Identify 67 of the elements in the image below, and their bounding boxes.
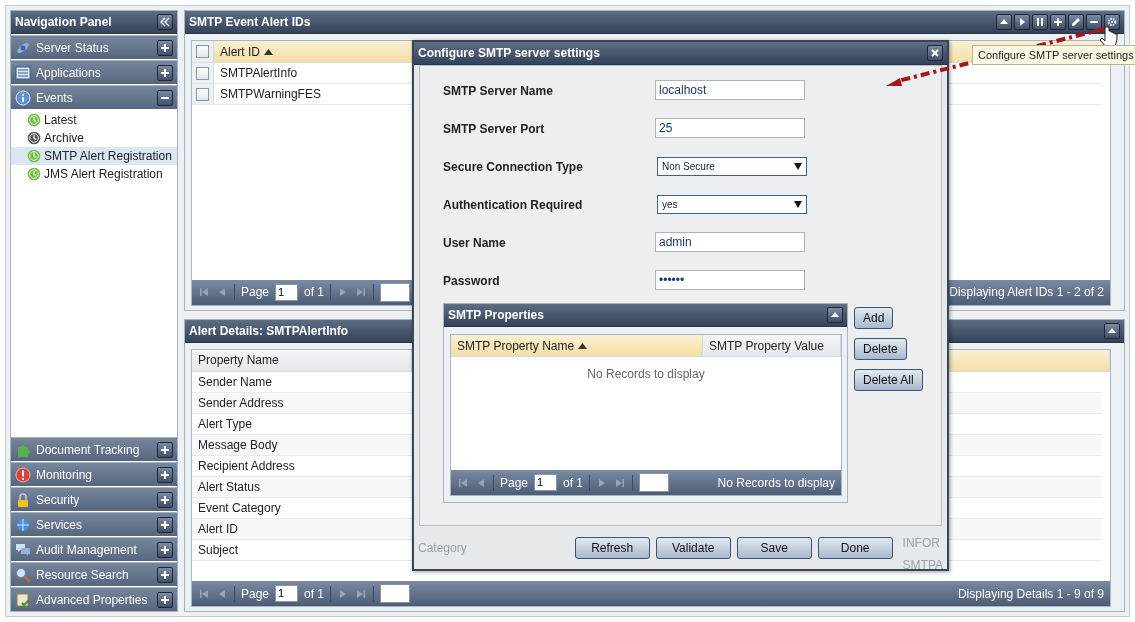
nav-section-header[interactable]: Server Status bbox=[11, 35, 177, 59]
nav-section-header[interactable]: Audit Management bbox=[11, 537, 177, 561]
field-label: User Name bbox=[443, 235, 507, 250]
table-cell-text: Alert Type bbox=[197, 416, 253, 433]
tree-item[interactable]: JMS Alert Registration bbox=[11, 165, 177, 183]
field-label: Password bbox=[443, 273, 501, 288]
field-label: SMTP Server Name bbox=[443, 83, 554, 98]
page-number-field[interactable]: 1 bbox=[275, 585, 299, 602]
column-header[interactable]: SMTP Property Name bbox=[451, 335, 703, 356]
input-field[interactable]: •••••• bbox=[655, 270, 805, 290]
input-field[interactable]: admin bbox=[655, 232, 805, 252]
dialog-button[interactable]: Save bbox=[736, 536, 812, 559]
field-label: Secure Connection Type bbox=[443, 159, 584, 174]
nav-section-header[interactable]: Applications bbox=[11, 60, 177, 84]
dropdown[interactable]: yes bbox=[657, 195, 807, 214]
tree-item[interactable]: SMTP Alert Registration bbox=[11, 147, 177, 165]
input-field[interactable]: localhost bbox=[655, 80, 805, 100]
page-label: Page bbox=[241, 285, 270, 300]
panel-title: Navigation Panel bbox=[15, 15, 112, 29]
field-label: SMTP Server Port bbox=[443, 121, 546, 136]
action-button[interactable]: Add bbox=[854, 307, 894, 329]
page-label: Page bbox=[241, 586, 270, 601]
panel-title: SMTP Event Alert IDs bbox=[189, 15, 311, 29]
paging-status: No Records to display bbox=[717, 475, 835, 490]
table-cell-text: Recipient Address bbox=[197, 458, 296, 475]
dropdown[interactable]: Non Secure bbox=[657, 157, 807, 176]
paging-status: Displaying Details 1 - 9 of 9 bbox=[957, 586, 1104, 601]
faded-text: SMTPA bbox=[902, 557, 943, 572]
table-cell-text: Subject bbox=[197, 542, 240, 559]
faded-text: Category bbox=[418, 540, 467, 555]
page-count: of 1 bbox=[304, 586, 325, 601]
empty-message: No Records to display bbox=[587, 367, 705, 381]
table-cell-text: SMTPWarningFES bbox=[219, 86, 322, 103]
nav-section-header[interactable]: Security bbox=[11, 487, 177, 511]
nav-section-header[interactable]: Events bbox=[11, 85, 177, 109]
dialog-button[interactable]: Validate bbox=[655, 536, 731, 559]
field-label: Authentication Required bbox=[443, 197, 584, 212]
panel-title: SMTP Properties bbox=[448, 308, 544, 322]
table-cell-text: Event Category bbox=[197, 500, 282, 517]
dialog-button[interactable]: Refresh bbox=[574, 536, 650, 559]
table-cell-text: Alert Status bbox=[197, 479, 262, 496]
table-cell-text: Sender Name bbox=[197, 374, 274, 391]
table-cell-text: Sender Address bbox=[197, 395, 285, 412]
action-button[interactable]: Delete bbox=[854, 338, 907, 360]
dialog-title: Configure SMTP server settings bbox=[418, 46, 600, 60]
tree-item[interactable]: Latest bbox=[11, 111, 177, 129]
page-label: Page bbox=[500, 475, 529, 490]
table-cell-text: Alert ID bbox=[197, 521, 239, 538]
table-cell-text: Message Body bbox=[197, 437, 279, 454]
action-button[interactable]: Delete All bbox=[854, 369, 923, 391]
page-number-field[interactable]: 1 bbox=[275, 284, 299, 301]
table-cell-text: SMTPAlertInfo bbox=[219, 65, 299, 82]
dialog-button[interactable]: Done bbox=[817, 536, 893, 559]
tooltip: Configure SMTP server settings bbox=[972, 45, 1135, 65]
nav-section-header[interactable]: Document Tracking bbox=[11, 437, 177, 461]
page-number-field[interactable]: 1 bbox=[534, 474, 558, 491]
faded-text: INFOR bbox=[902, 535, 941, 550]
nav-section-header[interactable]: Services bbox=[11, 512, 177, 536]
page-count: of 1 bbox=[563, 475, 584, 490]
panel-title: Alert Details: SMTPAlertInfo bbox=[189, 324, 349, 338]
nav-section-header[interactable]: Resource Search bbox=[11, 562, 177, 586]
input-field[interactable]: 25 bbox=[655, 118, 805, 138]
nav-section-header[interactable]: Monitoring bbox=[11, 462, 177, 486]
paging-status: Displaying Alert IDs 1 - 2 of 2 bbox=[949, 285, 1104, 300]
nav-section-header[interactable]: Advanced Properties bbox=[11, 587, 177, 611]
tree-item[interactable]: Archive bbox=[11, 129, 177, 147]
page-count: of 1 bbox=[304, 285, 325, 300]
